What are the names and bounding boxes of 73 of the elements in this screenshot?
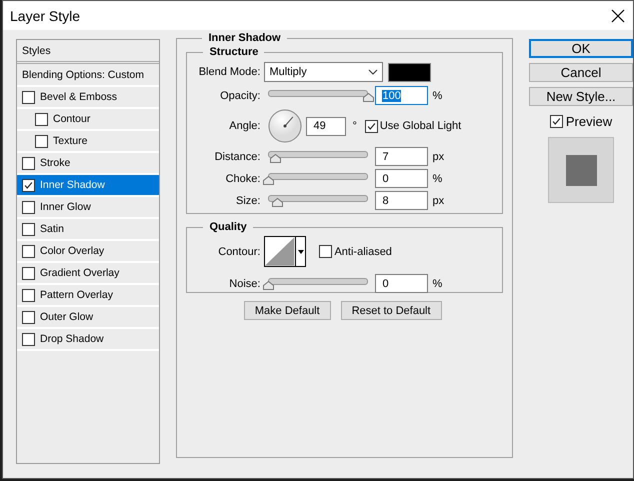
checkbox[interactable] xyxy=(22,222,35,236)
field-label: Noise: xyxy=(228,278,262,290)
preview-swatch xyxy=(566,154,596,186)
slider-thumb[interactable] xyxy=(272,198,284,206)
contour-picker[interactable] xyxy=(264,236,306,267)
field-label: Size: xyxy=(234,194,262,206)
value-field[interactable]: 0 xyxy=(375,274,428,293)
dialog-button[interactable]: New Style... xyxy=(529,87,633,106)
slider-thumb[interactable] xyxy=(263,176,274,184)
slider-thumb[interactable] xyxy=(263,280,274,290)
field-label: Choke: xyxy=(224,172,262,184)
checkbox-label: Preview xyxy=(566,114,612,129)
default-button[interactable]: Reset to Default xyxy=(340,301,442,320)
value-field[interactable]: 7 xyxy=(375,147,428,166)
style-item[interactable]: Bevel & Emboss xyxy=(17,87,160,109)
checkbox[interactable] xyxy=(35,112,48,126)
blend-mode-dropdown[interactable]: Multiply xyxy=(264,62,384,82)
style-item[interactable]: Inner Shadow xyxy=(17,175,160,197)
window-title: Layer Style xyxy=(10,8,80,24)
style-item[interactable]: Outer Glow xyxy=(17,307,160,329)
unit-label: % xyxy=(431,90,442,102)
group-title: Structure xyxy=(208,46,260,58)
unit-label: px xyxy=(431,150,444,162)
style-item[interactable]: Pattern Overlay xyxy=(17,285,160,307)
checkbox[interactable] xyxy=(35,134,48,148)
style-item[interactable]: Blending Options: Custom xyxy=(17,64,160,87)
slider-thumb[interactable] xyxy=(270,154,282,162)
field-label: Angle: xyxy=(228,120,262,132)
checkbox[interactable] xyxy=(550,115,563,128)
value-field[interactable]: 8 xyxy=(375,191,428,210)
group-title: Quality xyxy=(208,221,248,233)
checkbox[interactable] xyxy=(22,200,35,214)
dialog-button[interactable]: OK xyxy=(529,39,633,58)
dialog-button[interactable]: Cancel xyxy=(529,63,633,82)
style-item[interactable]: Gradient Overlay xyxy=(17,263,160,285)
checkbox[interactable] xyxy=(22,332,35,346)
angle-field[interactable]: 49 xyxy=(306,116,346,136)
unit-label: % xyxy=(431,172,442,184)
style-item[interactable]: Drop Shadow xyxy=(17,329,160,351)
checkbox[interactable] xyxy=(22,288,35,302)
checkbox-label: Anti-aliased xyxy=(334,246,392,258)
style-item[interactable]: Contour xyxy=(17,109,160,131)
checkbox[interactable] xyxy=(364,120,378,132)
checkbox-label: Use Global Light xyxy=(380,120,462,132)
chevron-down-icon xyxy=(368,69,378,75)
style-item[interactable]: Inner Glow xyxy=(17,197,160,219)
checkbox[interactable] xyxy=(22,266,35,280)
field-label: Distance: xyxy=(214,150,262,162)
field-label: Opacity: xyxy=(219,90,262,102)
caret-icon xyxy=(298,250,304,254)
unit-label: ° xyxy=(351,120,358,132)
style-item[interactable]: Color Overlay xyxy=(17,241,160,263)
style-item[interactable]: Texture xyxy=(17,131,160,153)
unit-label: px xyxy=(431,194,444,206)
checkbox[interactable] xyxy=(22,244,35,258)
checkbox[interactable] xyxy=(22,178,35,192)
style-item[interactable]: Styles xyxy=(17,40,160,64)
checkbox[interactable] xyxy=(22,90,35,104)
close-icon[interactable] xyxy=(611,8,625,22)
color-swatch[interactable] xyxy=(388,62,432,82)
field-label: Blend Mode: xyxy=(198,66,262,78)
checkbox[interactable] xyxy=(22,156,35,170)
value-field[interactable]: 100 xyxy=(375,86,428,105)
checkbox[interactable] xyxy=(22,310,35,324)
panel-title: Inner Shadow xyxy=(207,32,282,44)
style-item[interactable]: Satin xyxy=(17,219,160,241)
unit-label: % xyxy=(431,278,442,290)
value-field[interactable]: 0 xyxy=(375,169,428,188)
field-label: Contour: xyxy=(217,246,262,258)
default-button[interactable]: Make Default xyxy=(244,301,331,320)
checkbox[interactable] xyxy=(319,245,332,258)
slider-thumb[interactable] xyxy=(363,92,374,102)
angle-dial[interactable] xyxy=(268,109,302,143)
